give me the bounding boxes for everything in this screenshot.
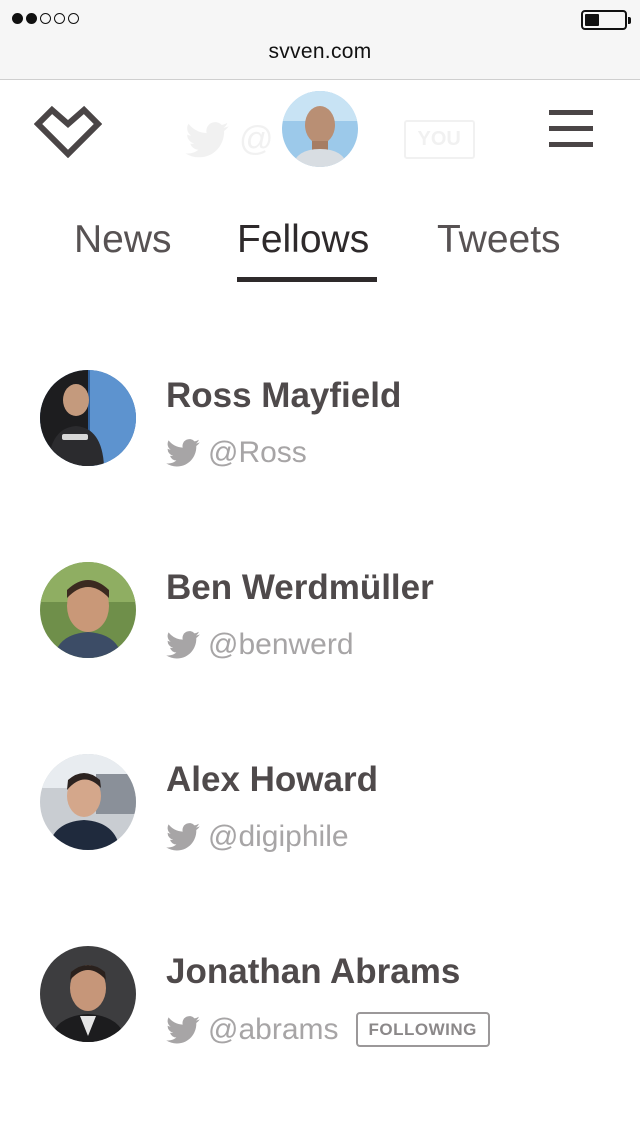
fellow-name[interactable]: Jonathan Abrams [166, 952, 460, 992]
twitter-handle-row: @digiphile [166, 820, 349, 854]
fellow-name[interactable]: Ross Mayfield [166, 376, 401, 416]
list-item[interactable]: Ben Werdmüller @benwerd [0, 562, 640, 672]
url-bar[interactable]: svven.com [0, 40, 640, 64]
tab-fellows[interactable]: Fellows [237, 218, 369, 262]
list-item[interactable]: Jonathan Abrams @abrams FOLLOWING [0, 946, 640, 1056]
fellow-name[interactable]: Ben Werdmüller [166, 568, 434, 608]
avatar[interactable] [40, 370, 136, 466]
tab-bar: News Fellows Tweets [0, 218, 640, 288]
battery-icon [581, 10, 631, 30]
browser-status-bar: svven.com [0, 0, 640, 80]
twitter-handle-row: @benwerd [166, 628, 354, 662]
tab-news[interactable]: News [74, 218, 172, 262]
twitter-icon [185, 121, 229, 157]
app-header: @ YOU [0, 80, 640, 180]
twitter-icon [166, 439, 200, 467]
twitter-handle[interactable]: @Ross [208, 436, 307, 470]
fellow-name[interactable]: Alex Howard [166, 760, 378, 800]
ghost-handle: @ [239, 120, 274, 158]
twitter-handle[interactable]: @digiphile [208, 820, 349, 854]
avatar[interactable] [40, 946, 136, 1042]
tab-tweets[interactable]: Tweets [437, 218, 561, 262]
twitter-handle[interactable]: @benwerd [208, 628, 354, 662]
twitter-handle-row: @Ross [166, 436, 307, 470]
you-badge: YOU [403, 120, 475, 159]
following-badge[interactable]: FOLLOWING [355, 1012, 490, 1047]
logo-icon[interactable] [34, 102, 102, 158]
avatar[interactable] [40, 754, 136, 850]
twitter-icon [166, 1015, 200, 1043]
current-user-avatar[interactable] [282, 91, 358, 167]
signal-strength-icon [12, 13, 79, 24]
hamburger-menu-icon[interactable] [549, 110, 593, 148]
twitter-handle-row: @abrams FOLLOWING [166, 1012, 490, 1047]
twitter-icon [166, 823, 200, 851]
twitter-handle[interactable]: @abrams [208, 1013, 339, 1047]
list-item[interactable]: Alex Howard @digiphile [0, 754, 640, 864]
active-tab-indicator [237, 277, 377, 282]
twitter-icon [166, 631, 200, 659]
avatar[interactable] [40, 562, 136, 658]
list-item[interactable]: Ross Mayfield @Ross [0, 370, 640, 480]
